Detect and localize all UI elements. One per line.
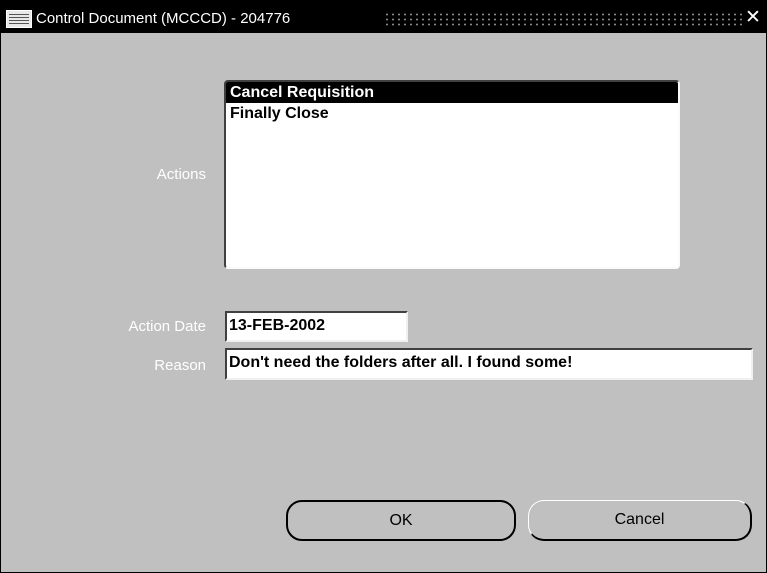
- actions-label: Actions: [156, 166, 206, 183]
- reason-field[interactable]: Don't need the folders after all. I foun…: [225, 348, 753, 380]
- actions-list[interactable]: Cancel Requisition Finally Close: [224, 80, 680, 269]
- reason-label: Reason: [154, 357, 206, 374]
- action-date-field[interactable]: 13-FEB-2002: [225, 311, 408, 342]
- title-bar[interactable]: Control Document (MCCCD) - 204776 ✕: [1, 0, 766, 33]
- oracle-app-icon: [6, 10, 32, 28]
- list-item-cancel-requisition[interactable]: Cancel Requisition: [226, 82, 678, 103]
- control-document-window: Control Document (MCCCD) - 204776 ✕ Acti…: [0, 0, 767, 573]
- close-icon[interactable]: ✕: [744, 8, 762, 28]
- cancel-button[interactable]: Cancel: [528, 500, 752, 541]
- window-title: Control Document (MCCCD) - 204776: [36, 10, 291, 27]
- title-bar-pattern: [384, 12, 744, 26]
- ok-button[interactable]: OK: [286, 500, 516, 541]
- action-date-label: Action Date: [128, 318, 206, 335]
- list-item-finally-close[interactable]: Finally Close: [226, 103, 678, 124]
